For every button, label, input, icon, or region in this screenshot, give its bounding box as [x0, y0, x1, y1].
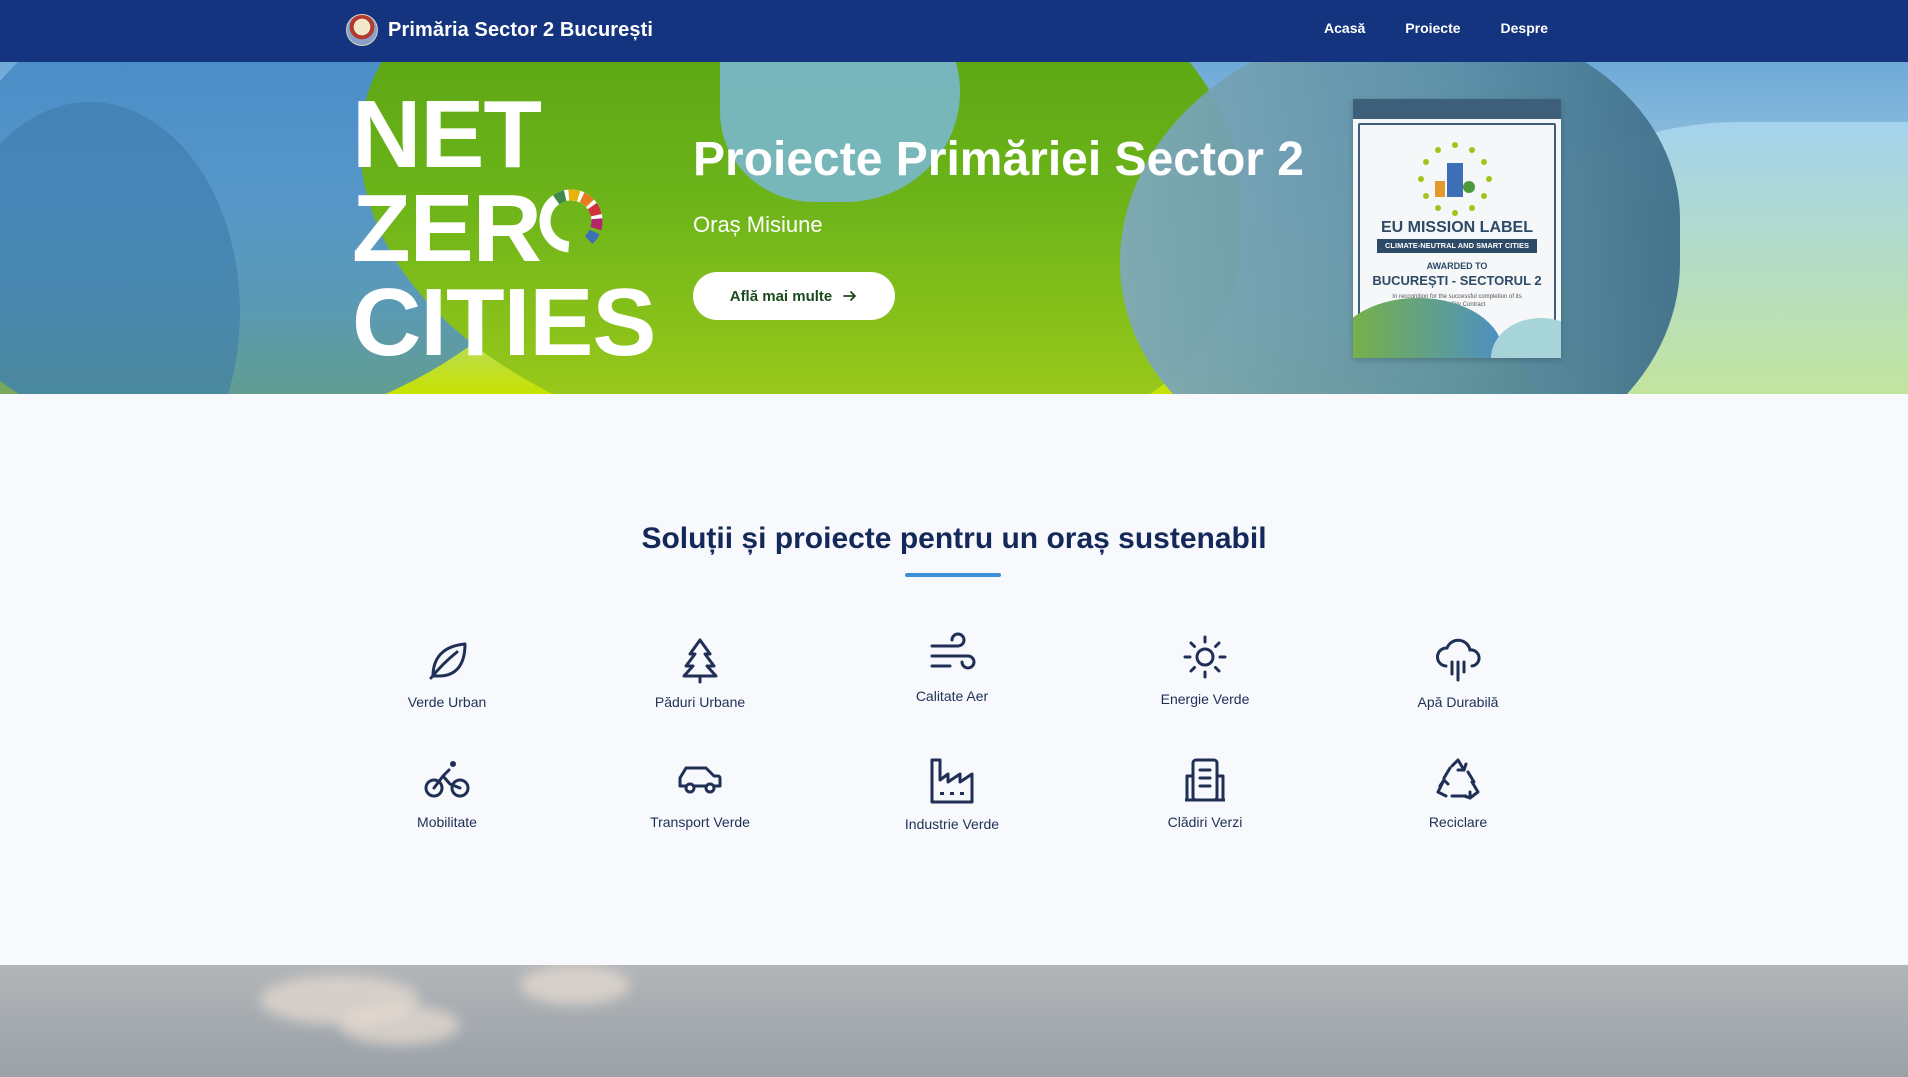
nav-links: Acasă Proiecte Despre	[1324, 20, 1548, 36]
solutions-heading: Soluții și proiecte pentru un oraș suste…	[641, 522, 1267, 555]
certificate-city: BUCUREȘTI - SECTORUL 2	[1372, 273, 1542, 288]
nav-link-despre[interactable]: Despre	[1501, 20, 1548, 36]
solution-label: Clădiri Verzi	[1167, 814, 1243, 830]
leaf-icon	[429, 642, 467, 680]
logo-line-cities: CITIES	[352, 269, 656, 376]
solution-label: Verde Urban	[407, 694, 487, 710]
heading-underline	[905, 573, 1001, 577]
rain-cloud-icon	[1436, 638, 1481, 682]
factory-icon	[930, 758, 974, 804]
solution-item-transport-verde[interactable]: Transport Verde	[600, 756, 800, 830]
top-navbar: Primăria Sector 2 București Acasă Proiec…	[0, 0, 1908, 62]
solution-item-mobilitate[interactable]: Mobilitate	[347, 756, 547, 830]
logo-line-zero: ZER	[352, 175, 542, 282]
bicycle-icon	[424, 761, 470, 798]
certificate-header-bar	[1353, 99, 1561, 119]
solution-label: Apă Durabilă	[1417, 694, 1499, 710]
brand-link[interactable]: Primăria Sector 2 București	[346, 14, 653, 46]
solution-item-reciclare[interactable]: Reciclare	[1358, 756, 1558, 830]
solution-label: Calitate Aer	[915, 688, 989, 704]
logo-line-net: NET	[352, 81, 542, 188]
car-icon	[678, 766, 722, 794]
eu-stars-icon	[1418, 142, 1492, 216]
nav-link-proiecte[interactable]: Proiecte	[1405, 20, 1460, 36]
brand-name: Primăria Sector 2 București	[388, 18, 654, 41]
landscape-photo	[0, 965, 1908, 1077]
hero-banner	[0, 62, 1908, 394]
net-zero-ring-icon	[539, 189, 603, 253]
solution-item-calitate-aer[interactable]: Calitate Aer	[852, 630, 1052, 704]
tree-icon	[682, 638, 718, 684]
solution-item-cladiri-verzi[interactable]: Clădiri Verzi	[1105, 756, 1305, 830]
solution-item-energie-verde[interactable]: Energie Verde	[1105, 633, 1305, 707]
solution-label: Energie Verde	[1160, 691, 1250, 707]
sun-icon	[1183, 635, 1227, 679]
eu-mission-label-certificate: EU MISSION LABEL CLIMATE-NEUTRAL AND SMA…	[1353, 99, 1561, 358]
solution-item-industrie-verde[interactable]: Industrie Verde	[852, 756, 1052, 832]
learn-more-button[interactable]: Află mai multe	[693, 272, 895, 320]
net-zero-cities-logo: NET ZER CITIES	[352, 81, 656, 376]
hero-title: Proiecte Primăriei Sector 2	[693, 133, 1304, 186]
solution-label: Reciclare	[1428, 814, 1488, 830]
hero-subtitle: Oraș Misiune	[693, 212, 823, 237]
wind-icon	[930, 632, 976, 670]
cloud-shape	[520, 965, 630, 1005]
solution-label: Păduri Urbane	[654, 694, 746, 710]
cloud-shape	[340, 1005, 460, 1045]
solution-item-paduri-urbane[interactable]: Păduri Urbane	[600, 636, 800, 710]
certificate-awarded: AWARDED TO	[1426, 261, 1488, 271]
certificate-band: CLIMATE-NEUTRAL AND SMART CITIES	[1377, 239, 1537, 253]
building-icon	[1185, 758, 1225, 802]
solution-label: Mobilitate	[417, 814, 477, 830]
solution-label: Transport Verde	[650, 814, 750, 830]
recycle-icon	[1436, 758, 1480, 800]
arrow-right-icon	[843, 291, 857, 301]
sector-crest-icon	[346, 14, 378, 46]
certificate-title: EU MISSION LABEL	[1380, 219, 1533, 236]
solution-item-verde-urban[interactable]: Verde Urban	[347, 636, 547, 710]
learn-more-label: Află mai multe	[729, 287, 833, 305]
solution-label: Industrie Verde	[904, 816, 1000, 832]
solution-item-apa-durabila[interactable]: Apă Durabilă	[1358, 636, 1558, 710]
nav-link-acasa[interactable]: Acasă	[1324, 20, 1365, 36]
